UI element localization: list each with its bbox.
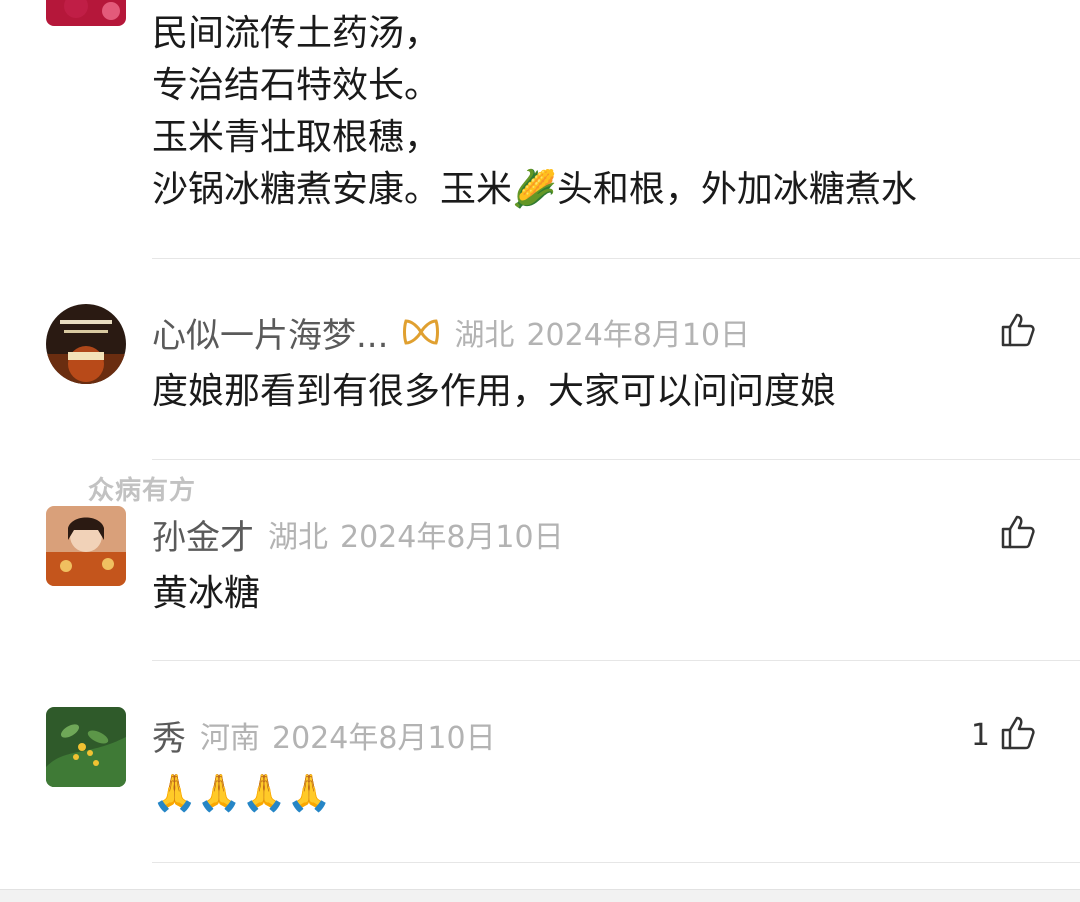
comment-line: 专治结石特效长。	[152, 65, 441, 106]
location: 湖北	[454, 318, 515, 353]
thumbs-up-icon	[1000, 312, 1036, 352]
thumbs-up-icon	[1000, 514, 1036, 554]
username[interactable]: 心似一片海梦...	[152, 308, 388, 357]
username[interactable]: 秀	[152, 711, 186, 760]
timestamp: 2024年8月10日	[526, 318, 751, 353]
avatar[interactable]	[46, 0, 126, 26]
comment-text: 民间流传土药汤， 专治结石特效长。 玉米青壮取根穗， 沙锅冰糖煮安康。玉米🌽头和…	[152, 8, 917, 216]
like-button[interactable]	[990, 310, 1036, 354]
location: 河南	[200, 721, 260, 756]
comment-meta: 秀 河南 2024年8月10日	[152, 711, 508, 760]
avatar[interactable]	[46, 506, 126, 586]
avatar[interactable]	[46, 304, 126, 384]
comment-meta: 心似一片海梦... 湖北 2024年8月10日	[152, 308, 762, 357]
location: 湖北	[268, 520, 328, 555]
like-button[interactable]	[990, 512, 1036, 556]
divider	[152, 862, 1080, 863]
gold-ribbon-badge-icon	[402, 317, 440, 347]
username[interactable]: 孙金才	[152, 510, 254, 559]
comment-text: 🙏🙏🙏🙏	[152, 773, 332, 814]
comment-line: 沙锅冰糖煮安康。玉米🌽头和根，外加冰糖煮水	[152, 169, 917, 210]
comment-line: 玉米青壮取根穗，	[152, 117, 441, 158]
comment-meta: 孙金才 湖北 2024年8月10日	[152, 510, 576, 559]
comment-line: 民间流传土药汤，	[152, 13, 441, 54]
like-button[interactable]: 1	[971, 713, 1036, 757]
thumbs-up-icon	[1000, 715, 1036, 755]
watermark: 众病有方	[88, 476, 197, 506]
divider	[152, 258, 1080, 259]
divider	[152, 459, 1080, 460]
comment-text: 度娘那看到有很多作用，大家可以问问度娘	[152, 371, 837, 412]
avatar[interactable]	[46, 707, 126, 787]
comment-text: 黄冰糖	[152, 573, 261, 614]
timestamp: 2024年8月10日	[340, 520, 564, 555]
bottom-bar	[0, 889, 1080, 902]
timestamp: 2024年8月10日	[272, 721, 496, 756]
like-count: 1	[970, 717, 990, 753]
divider	[152, 660, 1080, 661]
